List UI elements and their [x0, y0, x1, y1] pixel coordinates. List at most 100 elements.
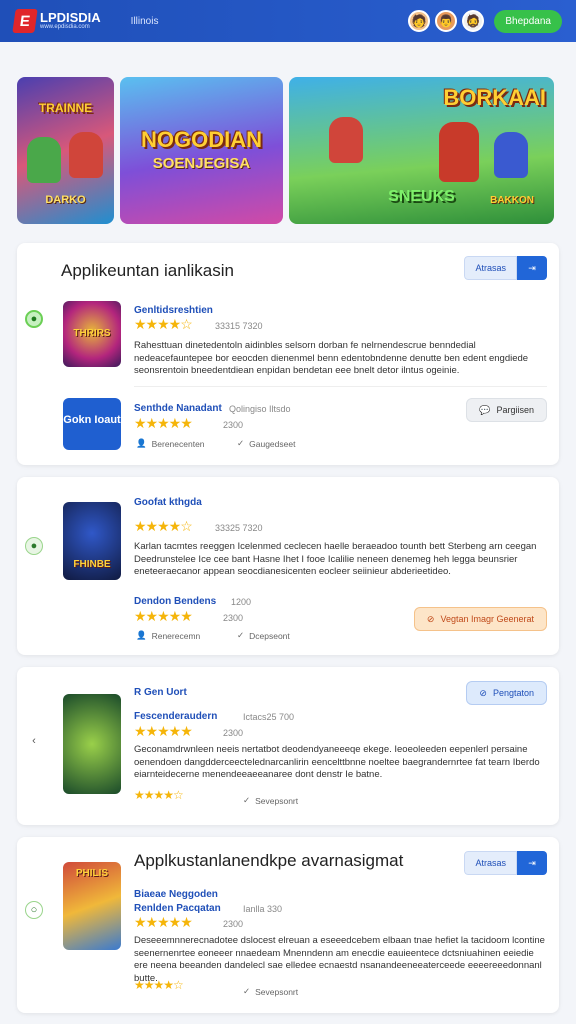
banner-subtitle: DARKO [45, 194, 86, 206]
check-icon: ✓ [237, 438, 245, 448]
banner-tag: BAKKON [490, 195, 534, 206]
app-subtitle[interactable]: Dendon Bendens [134, 596, 216, 607]
app-name[interactable]: Biaeae Neggoden [134, 889, 218, 900]
link-icon: ⊘ [479, 687, 487, 698]
app-thumbnail[interactable]: PHILIS [63, 862, 121, 950]
banner-title: NOGODIAN [141, 127, 262, 152]
app-footer-item: 👤 Berenecenten [136, 438, 205, 449]
rating-count: 2300 [223, 420, 244, 430]
footer-text: Sevepsonrt [255, 795, 299, 806]
app-footer-item: ✓ Gaugedseet [237, 438, 295, 449]
app-name[interactable]: R Gen Uort [134, 687, 187, 698]
app-description: Deseeemnnerecnadotee dslocest elreuan a … [134, 935, 545, 984]
app-footer-item: 👤 Renerecemn [136, 630, 200, 641]
featured-banner-3[interactable]: BORKAAI SNEUKS BAKKON [289, 77, 554, 224]
app-meta: 33315 7320 [215, 321, 263, 331]
app-list-card: ‹ R Gen Uort Fescenderaudern Ictacs25 70… [17, 667, 559, 825]
action-label: Pargiisen [496, 405, 534, 415]
app-footer-item: ✓ Sevepsonrt [243, 986, 298, 997]
footer-text: Gaugedseet [249, 438, 296, 449]
site-logo[interactable]: E LPDISDIA www.epdisdia.com [12, 9, 101, 33]
view-toggle[interactable]: Atrasas ⇥ [464, 851, 547, 875]
rating-count: 2300 [223, 919, 244, 929]
section-title: Applkustanlanendkpe avarnasigmat [134, 851, 404, 870]
featured-banners: TRAINNE DARKO NOGODIAN SOENJEGISA BORKAA… [17, 77, 554, 224]
banner-title: TRAINNE [38, 101, 93, 115]
app-name[interactable]: Goofat kthgda [134, 497, 202, 508]
app-list-card: Applkustanlanendkpe avarnasigmat Atrasas… [17, 837, 559, 1013]
app-subtitle[interactable]: Fescenderaudern [134, 711, 217, 722]
divider [134, 386, 547, 387]
toggle-icon[interactable]: ⇥ [517, 851, 547, 875]
character-art [27, 137, 61, 183]
app-meta: Ianlla 330 [243, 904, 283, 914]
rating-stars: ★★★★★ [134, 415, 193, 431]
user-icon: 👤 [136, 630, 147, 640]
rating-stars: ★★★★☆ [134, 788, 184, 802]
toggle-option[interactable]: Atrasas [464, 851, 517, 875]
app-thumbnail[interactable] [63, 694, 121, 794]
rating-stars: ★★★★★ [134, 914, 193, 930]
footer-text: Dcepseont [249, 630, 290, 641]
check-icon: ✓ [237, 630, 245, 640]
thumbnail-label: PHILIS [75, 868, 109, 879]
app-thumbnail[interactable]: FHINBE [63, 502, 121, 580]
rating-stars: ★★★★★ [134, 608, 193, 624]
logo-mark-icon: E [12, 9, 38, 33]
status-dot-icon: ○ [25, 901, 43, 919]
action-button[interactable]: ⊘ Vegtan Imagr Geenerat [413, 607, 547, 631]
featured-banner-1[interactable]: TRAINNE DARKO [17, 77, 114, 224]
signup-button[interactable]: Bhepdana [494, 9, 562, 33]
rating-count: 2300 [223, 613, 244, 623]
app-list-card: Applikeuntan ianlikasin Atrasas ⇥ ● THRI… [17, 243, 559, 465]
rating-stars: ★★★★☆ [134, 978, 184, 992]
user-avatar-1[interactable]: 🧑 [408, 10, 431, 32]
app-description: Rahesttuan dinetedentoln aidinbles selso… [134, 340, 529, 376]
section-title: Applikeuntan ianlikasin [61, 261, 234, 280]
app-footer-item: ✓ Dcepseont [237, 630, 290, 641]
user-avatar-3[interactable]: 🧔 [462, 10, 485, 32]
footer-text: Sevepsonrt [255, 986, 299, 997]
top-navigation-bar: E LPDISDIA www.epdisdia.com Illinois 🧑 👨… [0, 0, 576, 42]
status-dot-icon: ● [25, 537, 43, 555]
thumbnail-label: THRIRS [73, 328, 111, 339]
app-subtitle[interactable]: Renlden Pacqatan [134, 903, 221, 914]
thumbnail-label: FHINBE [73, 559, 111, 570]
toggle-option[interactable]: Atrasas [464, 256, 517, 280]
rating-stars: ★★★★★ [134, 723, 193, 739]
thumbnail-text: Gokn Ioaut [63, 414, 121, 426]
featured-banner-2[interactable]: NOGODIAN SOENJEGISA [120, 77, 283, 224]
app-meta: Ictacs25 700 [243, 712, 295, 722]
check-icon: ✓ [243, 795, 251, 805]
character-art [494, 132, 528, 178]
view-toggle[interactable]: Atrasas ⇥ [464, 256, 547, 280]
rating-stars: ★★★★☆ [134, 518, 193, 534]
banner-subtitle: SOENJEGISA [152, 155, 251, 172]
footer-text: Renerecemn [151, 630, 201, 641]
user-avatar-2[interactable]: 👨 [435, 10, 458, 32]
action-button[interactable]: 💬 Pargiisen [466, 398, 547, 422]
banner-title: BORKAAI [443, 85, 546, 110]
app-description: Karlan tacmtes reeggen Icelenmed ceclece… [134, 541, 537, 577]
action-label: Vegtan Imagr Geenerat [440, 614, 534, 624]
character-art [69, 132, 103, 178]
check-icon: ✓ [243, 986, 251, 996]
warning-icon: ⊘ [426, 613, 435, 624]
action-label: Pengtaton [492, 688, 534, 698]
app-thumbnail[interactable]: Gokn Ioaut [63, 398, 121, 450]
app-thumbnail[interactable]: THRIRS [63, 301, 121, 367]
app-name[interactable]: Senthde Nanadant [134, 403, 222, 414]
app-meta: 1200 [231, 597, 252, 607]
status-dot-icon: ● [25, 310, 43, 328]
rating-stars: ★★★★☆ [134, 316, 193, 332]
toggle-icon[interactable]: ⇥ [517, 256, 547, 280]
rating-count: 2300 [223, 728, 244, 738]
app-name[interactable]: Genltidsreshtien [134, 305, 213, 316]
character-art [439, 122, 479, 182]
chevron-left-icon[interactable]: ‹ [25, 732, 43, 750]
app-meta: Qolingiso Iltsdo [229, 404, 291, 414]
app-footer-item: ✓ Sevepsonrt [243, 795, 298, 806]
nav-link[interactable]: Illinois [131, 16, 159, 27]
user-icon: 👤 [136, 438, 147, 448]
action-button[interactable]: ⊘ Pengtaton [466, 681, 547, 705]
